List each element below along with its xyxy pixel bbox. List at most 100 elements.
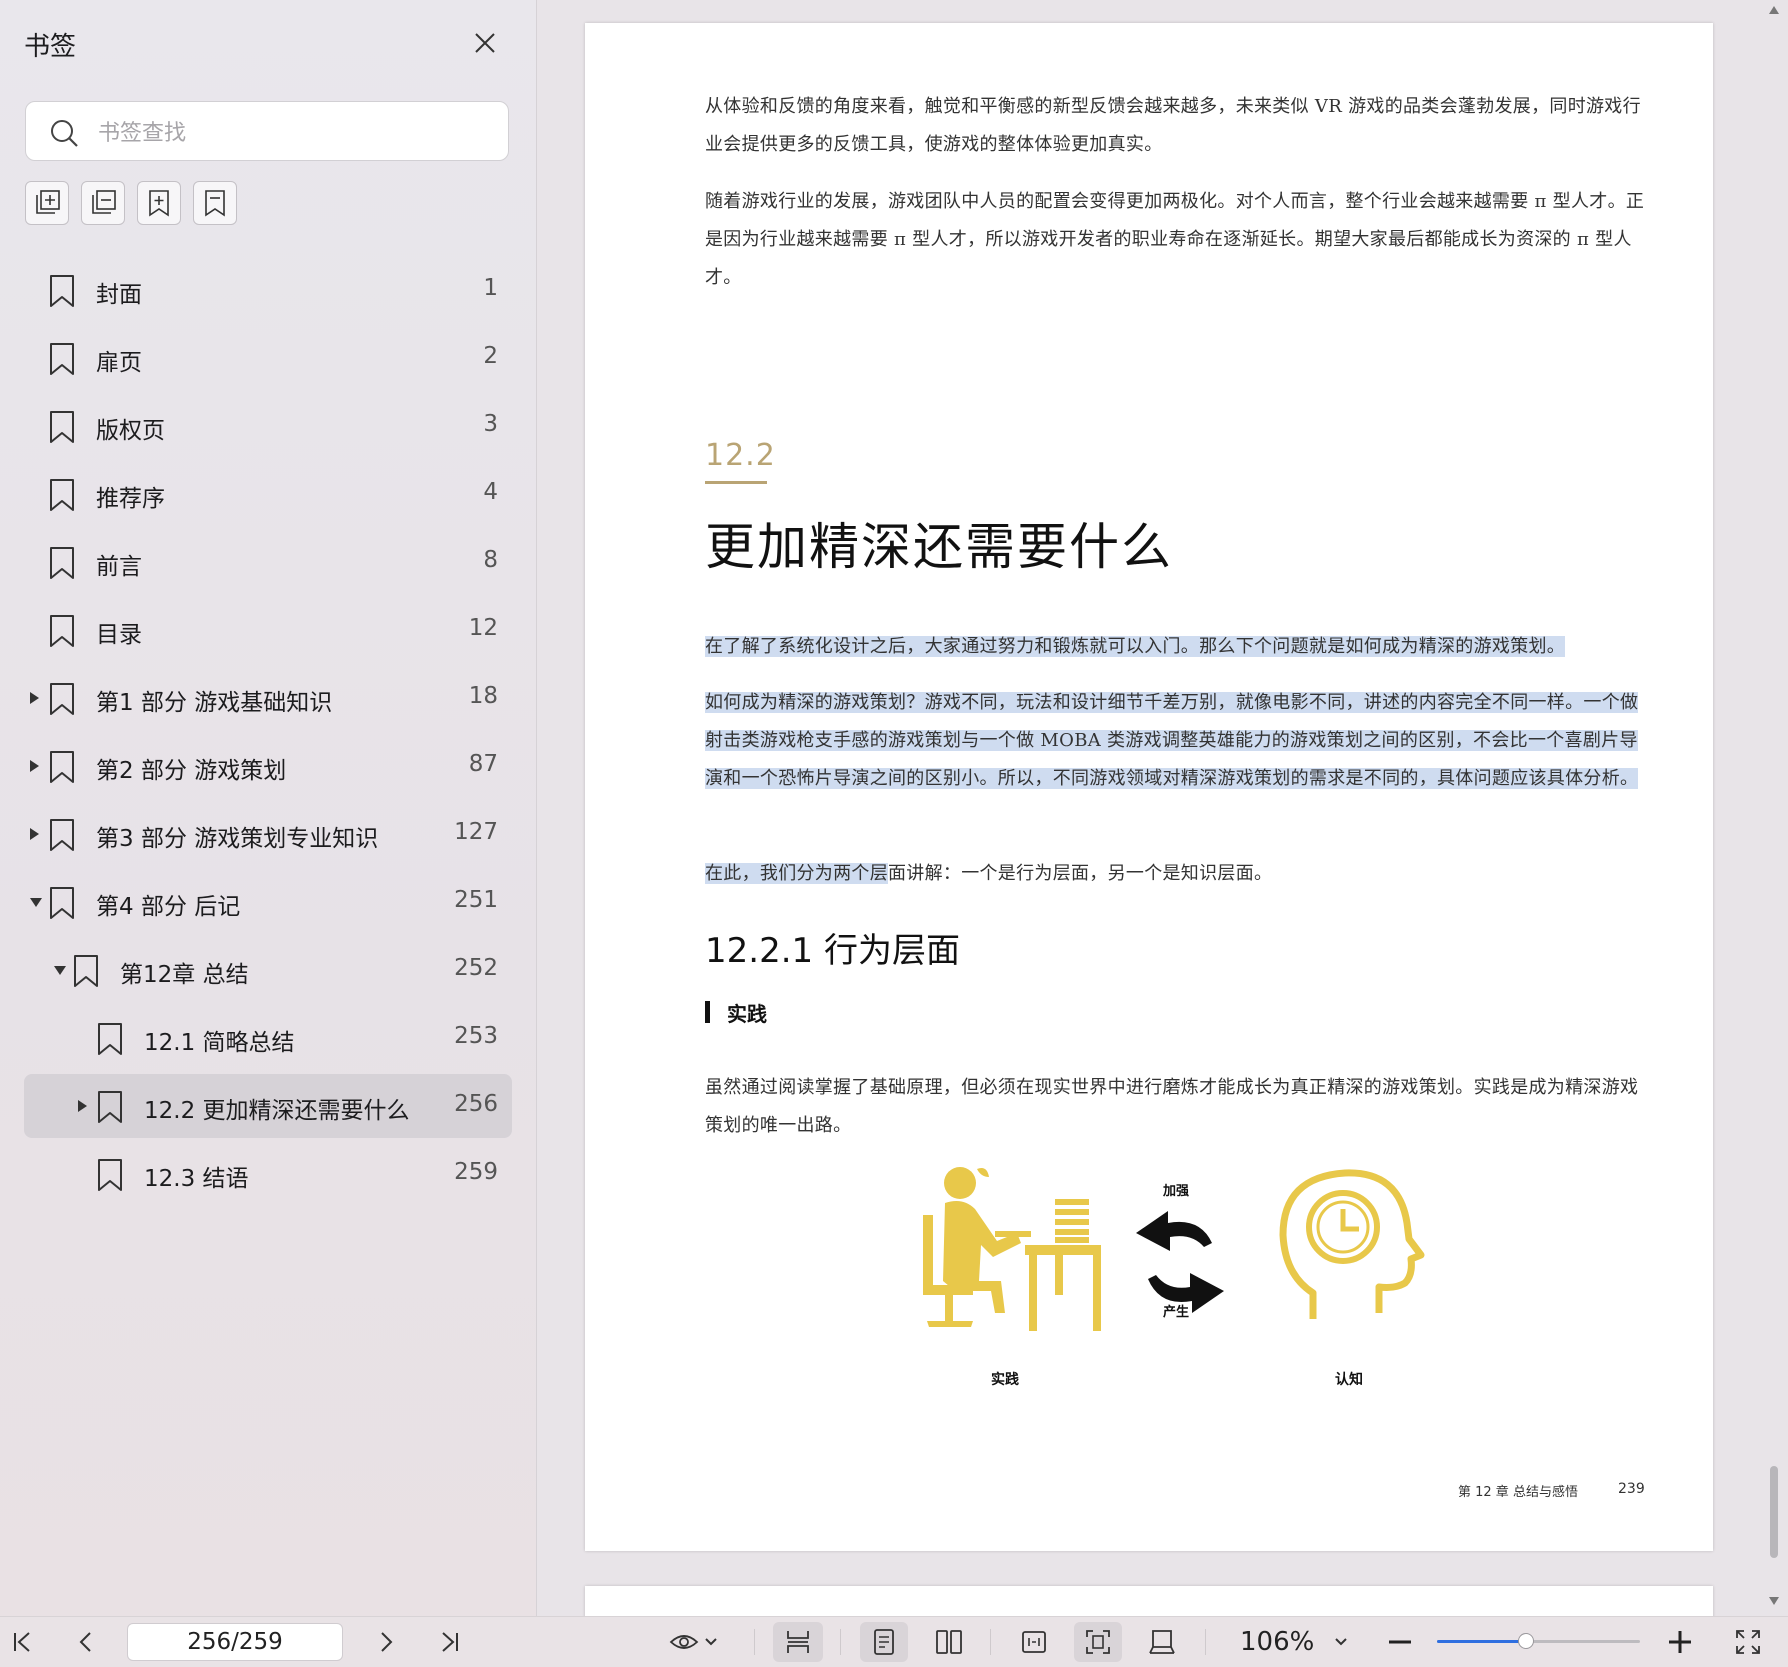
paragraph: 随着游戏行业的发展，游戏团队中人员的配置会变得更加两极化。对个人而言，整个行业会… xyxy=(705,191,1645,288)
subsection-title: 12.2.1 行为层面 xyxy=(705,931,960,971)
selection-highlight: 在了解了系统化设计之后，大家通过努力和锻炼就可以入门。那么下个问题就是如何成为精… xyxy=(705,636,1566,657)
page-number-input[interactable]: 256/259 xyxy=(127,1623,343,1661)
bookmark-item[interactable]: 第12章 总结 252 xyxy=(24,938,512,1002)
expand-triangle-icon[interactable] xyxy=(30,898,42,907)
bookmark-icon xyxy=(98,1091,122,1123)
panel-title: 书签 xyxy=(24,32,77,62)
page-footer-chapter: 第 12 章 总结与感悟 xyxy=(1458,1485,1578,1500)
zoom-slider[interactable] xyxy=(1437,1633,1640,1649)
figure-label-strengthen: 加强 xyxy=(1163,1184,1190,1199)
bookmark-page-number: 3 xyxy=(483,411,498,437)
continuous-scroll-icon xyxy=(787,1631,809,1653)
bookmark-icon xyxy=(50,819,74,851)
bookmark-page-number: 12 xyxy=(468,615,498,641)
bookmark-icon xyxy=(50,479,74,511)
scroll-down-icon[interactable] xyxy=(1769,1597,1779,1605)
bookmark-label: 12.3 结语 xyxy=(144,1166,249,1192)
two-page-button[interactable] xyxy=(925,1622,973,1662)
bookmark-page-number: 1 xyxy=(483,275,498,301)
bookmark-label: 第1 部分 游戏基础知识 xyxy=(96,690,333,716)
bookmark-item[interactable]: 12.2 更加精深还需要什么 256 xyxy=(24,1074,512,1138)
bookmark-item[interactable]: 封面 1 xyxy=(24,258,512,322)
vertical-scrollbar[interactable] xyxy=(1760,0,1788,1616)
zoom-slider-fill xyxy=(1437,1640,1527,1643)
bookmark-page-number: 4 xyxy=(483,479,498,505)
zoom-out-button[interactable] xyxy=(1380,1622,1420,1662)
bookmark-icon xyxy=(50,343,74,375)
paragraph: 虽然通过阅读掌握了基础原理，但必须在现实世界中进行磨炼才能成长为真正精深的游戏策… xyxy=(705,1077,1639,1136)
collapse-triangle-icon[interactable] xyxy=(30,828,39,840)
bookmark-panel: 书签 书签查找 封面 1 扉页 2 版权页 3 推荐序 4 前言 8 目录 12… xyxy=(0,0,537,1616)
fullscreen-button[interactable] xyxy=(1728,1622,1768,1662)
bookmark-item[interactable]: 前言 8 xyxy=(24,530,512,594)
paragraph-selected[interactable]: 在了解了系统化设计之后，大家通过努力和锻炼就可以入门。那么下个问题就是如何成为精… xyxy=(705,628,1645,666)
bookmark-item[interactable]: 扉页 2 xyxy=(24,326,512,390)
selection-highlight: 在此，我们分为两个层 xyxy=(705,863,888,884)
bookmark-properties-button[interactable] xyxy=(193,181,237,225)
bookmark-item[interactable]: 第4 部分 后记 251 xyxy=(24,870,512,934)
bookmark-item[interactable]: 12.1 简略总结 253 xyxy=(24,1006,512,1070)
bookmark-item[interactable]: 12.3 结语 259 xyxy=(24,1142,512,1206)
bookmark-label: 第12章 总结 xyxy=(120,962,249,988)
previous-page-button[interactable] xyxy=(68,1622,104,1662)
actual-size-button[interactable] xyxy=(1138,1622,1186,1662)
single-page-button[interactable] xyxy=(860,1622,908,1662)
bookmark-icon xyxy=(74,955,98,987)
chevron-down-icon xyxy=(1335,1638,1347,1646)
collapse-all-button[interactable] xyxy=(81,181,125,225)
chevron-down-icon xyxy=(705,1638,717,1646)
fit-width-button[interactable] xyxy=(1010,1622,1058,1662)
collapse-triangle-icon[interactable] xyxy=(30,760,39,772)
bookmark-item[interactable]: 第2 部分 游戏策划 87 xyxy=(24,734,512,798)
bookmark-item[interactable]: 第1 部分 游戏基础知识 18 xyxy=(24,666,512,730)
bookmark-item[interactable]: 目录 12 xyxy=(24,598,512,662)
fit-page-button[interactable] xyxy=(1074,1622,1122,1662)
fit-width-icon xyxy=(1022,1631,1046,1653)
toolbar-divider xyxy=(754,1629,755,1655)
scroll-up-icon[interactable] xyxy=(1769,6,1779,14)
bookmark-icon xyxy=(50,547,74,579)
expand-all-icon xyxy=(36,190,60,214)
subsubsection-title: 实践 xyxy=(727,1002,767,1026)
bookmark-page-number: 87 xyxy=(468,751,498,777)
bookmark-item[interactable]: 版权页 3 xyxy=(24,394,512,458)
bookmark-label: 第2 部分 游戏策划 xyxy=(96,758,287,784)
bookmark-item[interactable]: 第3 部分 游戏策划专业知识 127 xyxy=(24,802,512,866)
zoom-in-button[interactable] xyxy=(1660,1622,1700,1662)
minus-icon xyxy=(1389,1640,1411,1644)
add-bookmark-button[interactable] xyxy=(137,181,181,225)
toolbar-divider xyxy=(840,1629,841,1655)
scrollbar-thumb[interactable] xyxy=(1770,1466,1778,1558)
continuous-scroll-button[interactable] xyxy=(773,1622,823,1662)
search-input[interactable] xyxy=(96,112,500,154)
paragraph-selected[interactable]: 如何成为精深的游戏策划？游戏不同，玩法和设计细节千差万别，就像电影不同，讲述的内… xyxy=(705,684,1645,798)
bookmark-icon xyxy=(50,887,74,919)
view-mode-dropdown[interactable] xyxy=(662,1622,726,1662)
zoom-dropdown[interactable] xyxy=(1326,1622,1356,1662)
bookmark-label: 第3 部分 游戏策划专业知识 xyxy=(96,826,379,852)
collapse-triangle-icon[interactable] xyxy=(30,692,39,704)
zoom-level[interactable]: 106% xyxy=(1240,1627,1314,1657)
heading-bar xyxy=(705,1001,710,1023)
bookmark-page-number: 18 xyxy=(468,683,498,709)
bookmark-item[interactable]: 推荐序 4 xyxy=(24,462,512,526)
figure-label-produce: 产生 xyxy=(1163,1305,1190,1320)
bookmark-page-number: 252 xyxy=(454,955,498,981)
expand-triangle-icon[interactable] xyxy=(54,966,66,975)
bookmark-icon xyxy=(98,1023,122,1055)
bookmark-icon xyxy=(50,275,74,307)
first-page-button[interactable] xyxy=(4,1622,40,1662)
section-rule xyxy=(705,481,767,484)
zoom-slider-handle[interactable] xyxy=(1518,1633,1535,1649)
head-clock-icon xyxy=(1279,1169,1425,1319)
last-page-button[interactable] xyxy=(432,1622,468,1662)
search-icon xyxy=(51,120,78,147)
bookmark-label: 前言 xyxy=(96,554,142,580)
expand-all-button[interactable] xyxy=(25,181,69,225)
collapse-triangle-icon[interactable] xyxy=(78,1100,87,1112)
close-icon[interactable] xyxy=(470,28,500,58)
bookmark-search[interactable] xyxy=(25,101,509,161)
paragraph[interactable]: 在此，我们分为两个层面讲解：一个是行为层面，另一个是知识层面。 xyxy=(705,855,1645,893)
fullscreen-icon xyxy=(1736,1630,1760,1654)
next-page-button[interactable] xyxy=(368,1622,404,1662)
